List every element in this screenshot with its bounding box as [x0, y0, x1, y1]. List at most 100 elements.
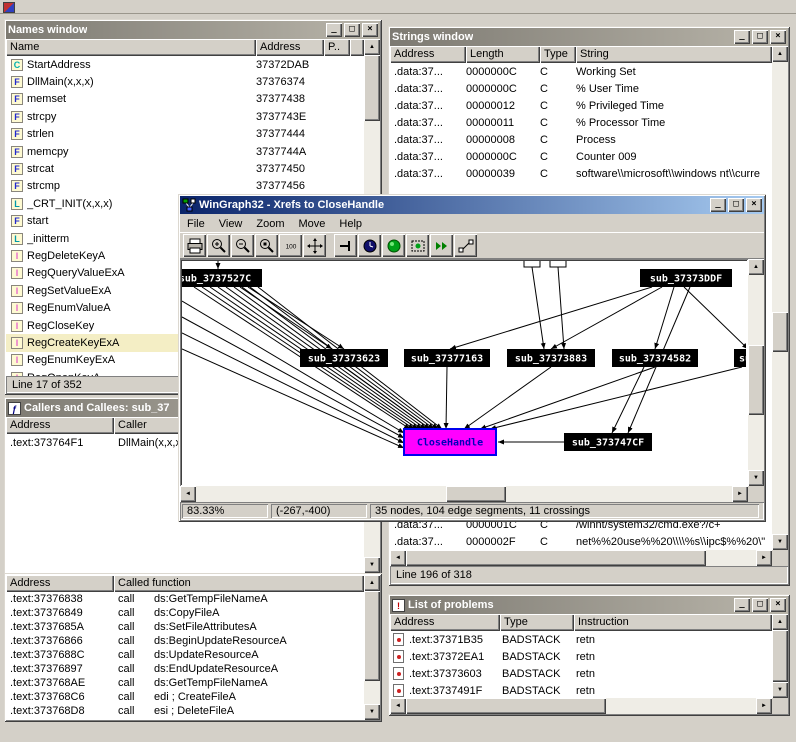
scrollbar-thumb[interactable]: [406, 550, 706, 566]
scroll-down-button[interactable]: ▼: [772, 534, 788, 550]
scrollbar-thumb[interactable]: [406, 698, 606, 714]
strings-row[interactable]: .data:37...0000000CCCounter 009: [390, 148, 772, 165]
problems-vertical-scrollbar[interactable]: ▲ ▼: [772, 614, 788, 698]
call-row[interactable]: .text:37376849callds:CopyFileA: [6, 606, 364, 620]
strings-row[interactable]: .data:37...0000000CCWorking Set: [390, 63, 772, 80]
scroll-right-button[interactable]: ►: [756, 550, 772, 566]
call-row[interactable]: .text:373768AEcallds:GetTempFileNameA: [6, 676, 364, 690]
edge-button[interactable]: [454, 234, 477, 257]
frame-button[interactable]: [406, 234, 429, 257]
scroll-up-button[interactable]: ▲: [772, 614, 788, 630]
scrollbar-thumb[interactable]: [446, 486, 506, 502]
maximize-button[interactable]: □: [344, 23, 360, 37]
strings-row[interactable]: .data:37...0000000CC% User Time: [390, 80, 772, 97]
clock-button[interactable]: [358, 234, 381, 257]
strings-row[interactable]: .data:37...00000011C% Processor Time: [390, 114, 772, 131]
problems-titlebar[interactable]: ! List of problems _ □ ×: [390, 596, 788, 614]
scrollbar-track[interactable]: [364, 591, 380, 704]
scroll-left-button[interactable]: ◄: [390, 698, 406, 714]
scrollbar-track[interactable]: [196, 486, 732, 502]
maximize-button[interactable]: □: [728, 198, 744, 212]
column-header-address[interactable]: Address: [256, 39, 324, 56]
call-row[interactable]: .text:37376866callds:BeginUpdateResource…: [6, 634, 364, 648]
strings-row[interactable]: .data:37...0000002FCnet%%20use%%20\\\\%s…: [390, 533, 772, 550]
problem-row[interactable]: .text:37372EA1BADSTACKretn: [390, 648, 772, 665]
close-button[interactable]: ×: [770, 598, 786, 612]
scrollbar-track[interactable]: [406, 550, 756, 566]
column-header-type[interactable]: Type: [500, 614, 574, 631]
align-button[interactable]: [334, 234, 357, 257]
sphere-button[interactable]: [382, 234, 405, 257]
zoom-out-button[interactable]: [231, 234, 254, 257]
scroll-up-button[interactable]: ▲: [748, 259, 764, 275]
names-row[interactable]: Fmemset37377438: [6, 91, 364, 108]
names-titlebar[interactable]: Names window _ □ ×: [6, 21, 380, 39]
problem-row[interactable]: .text:37373603BADSTACKretn: [390, 665, 772, 682]
strings-titlebar[interactable]: Strings window _ □ ×: [390, 28, 788, 46]
call-row[interactable]: .text:373768D8callesi ; DeleteFileA: [6, 704, 364, 718]
close-button[interactable]: ×: [746, 198, 762, 212]
strings-horizontal-scrollbar[interactable]: ◄ ►: [390, 550, 772, 566]
call-row[interactable]: .text:3737688Ccallds:UpdateResourceA: [6, 648, 364, 662]
scrollbar-thumb[interactable]: [772, 630, 788, 682]
scrollbar-track[interactable]: [772, 630, 788, 682]
names-row[interactable]: FDllMain(x,x,x)37376374: [6, 73, 364, 90]
strings-row[interactable]: .data:37...00000008CProcess: [390, 131, 772, 148]
forward-arrows-button[interactable]: [430, 234, 453, 257]
calls-vertical-scrollbar[interactable]: ▲ ▼: [364, 575, 380, 720]
minimize-button[interactable]: _: [326, 23, 342, 37]
minimize-button[interactable]: _: [710, 198, 726, 212]
menu-help[interactable]: Help: [332, 216, 369, 231]
maximize-button[interactable]: □: [752, 30, 768, 44]
problems-horizontal-scrollbar[interactable]: ◄ ►: [390, 698, 772, 714]
column-header-address[interactable]: Address: [390, 46, 466, 63]
minimize-button[interactable]: _: [734, 30, 750, 44]
column-header-length[interactable]: Length: [466, 46, 540, 63]
call-row[interactable]: .text:37376838callds:GetTempFileNameA: [6, 592, 364, 606]
scroll-left-button[interactable]: ◄: [180, 486, 196, 502]
close-button[interactable]: ×: [770, 30, 786, 44]
scrollbar-thumb[interactable]: [364, 55, 380, 121]
menu-file[interactable]: File: [180, 216, 212, 231]
names-row[interactable]: Fstrlen37377444: [6, 126, 364, 143]
scroll-up-button[interactable]: ▲: [364, 39, 380, 55]
strings-row[interactable]: .data:37...00000012C% Privileged Time: [390, 97, 772, 114]
graph-canvas[interactable]: sub_3737527Csub_37373DDFsub_37373623sub_…: [180, 259, 748, 486]
names-row[interactable]: Fstrcmp37377456: [6, 178, 364, 195]
scroll-down-button[interactable]: ▼: [748, 470, 764, 486]
scrollbar-track[interactable]: [406, 698, 756, 714]
wingraph-titlebar[interactable]: WinGraph32 - Xrefs to CloseHandle _ □ ×: [180, 196, 764, 214]
scroll-right-button[interactable]: ►: [732, 486, 748, 502]
problem-row[interactable]: .text:3737491FBADSTACKretn: [390, 682, 772, 698]
pan-button[interactable]: [303, 234, 326, 257]
zoom-100-button[interactable]: 100: [279, 234, 302, 257]
menu-view[interactable]: View: [212, 216, 250, 231]
zoom-in-button[interactable]: [207, 234, 230, 257]
close-button[interactable]: ×: [362, 23, 378, 37]
scrollbar-thumb[interactable]: [748, 345, 764, 415]
problem-row[interactable]: .text:37371B35BADSTACKretn: [390, 631, 772, 648]
column-header-instruction[interactable]: Instruction: [574, 614, 772, 631]
call-row[interactable]: .text:3737685Acallds:SetFileAttributesA: [6, 620, 364, 634]
column-header-address[interactable]: Address: [6, 417, 114, 434]
column-header-called-function[interactable]: Called function: [114, 575, 364, 592]
minimize-button[interactable]: _: [734, 598, 750, 612]
scroll-down-button[interactable]: ▼: [772, 682, 788, 698]
scroll-down-button[interactable]: ▼: [364, 704, 380, 720]
column-header-public[interactable]: P..: [324, 39, 350, 56]
strings-vertical-scrollbar[interactable]: ▲ ▼: [772, 46, 788, 550]
call-row[interactable]: .text:373768C6calledi ; CreateFileA: [6, 690, 364, 704]
scrollbar-track[interactable]: [748, 275, 764, 470]
graph-vertical-scrollbar[interactable]: ▲ ▼: [748, 259, 764, 486]
scrollbar-track[interactable]: [772, 62, 788, 534]
scroll-up-button[interactable]: ▲: [364, 575, 380, 591]
names-row[interactable]: Fstrcpy3737743E: [6, 108, 364, 125]
scroll-down-button[interactable]: ▼: [364, 557, 380, 573]
scroll-left-button[interactable]: ◄: [390, 550, 406, 566]
scrollbar-thumb[interactable]: [772, 312, 788, 352]
column-header-address[interactable]: Address: [6, 575, 114, 592]
column-header-type[interactable]: Type: [540, 46, 576, 63]
scroll-up-button[interactable]: ▲: [772, 46, 788, 62]
scrollbar-thumb[interactable]: [364, 591, 380, 681]
maximize-button[interactable]: □: [752, 598, 768, 612]
